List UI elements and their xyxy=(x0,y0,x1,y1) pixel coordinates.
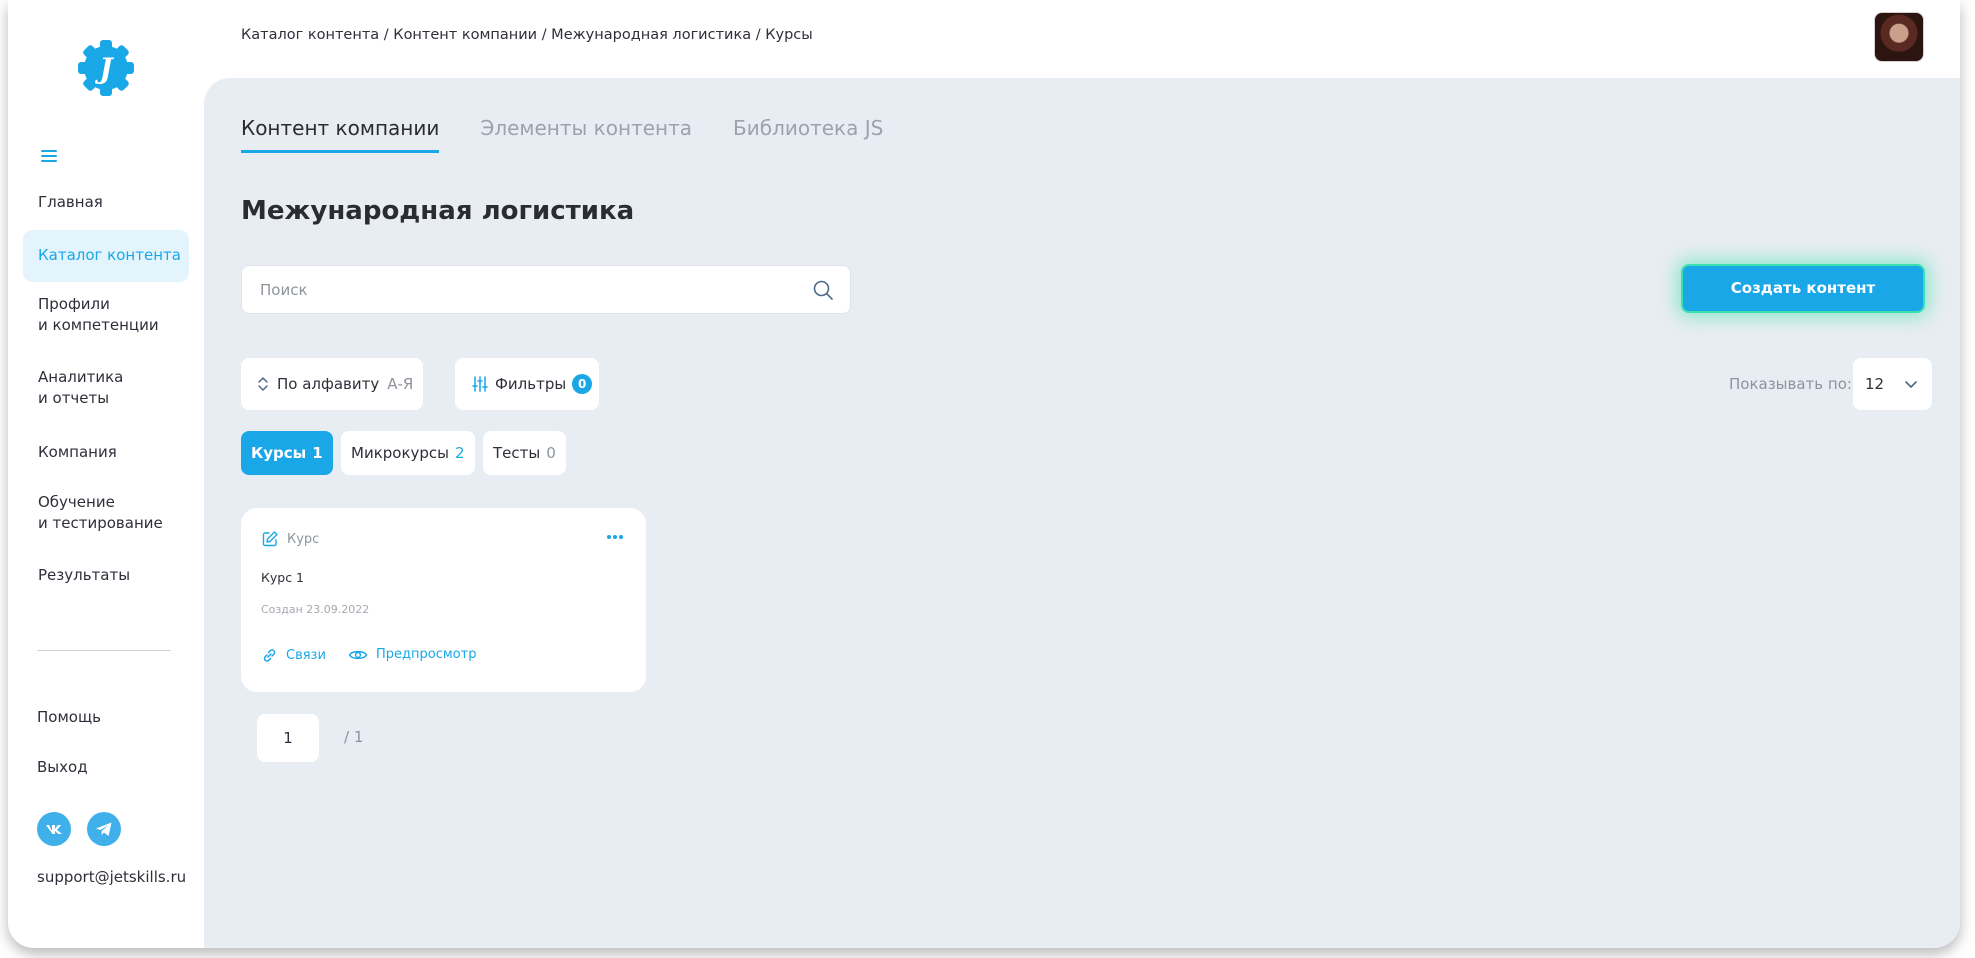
sidebar-item-learning[interactable]: Обучение и тестирование xyxy=(23,492,189,534)
filters-count-badge: 0 xyxy=(572,374,593,394)
sidebar-item-home[interactable]: Главная xyxy=(23,192,189,213)
support-email[interactable]: support@jetskills.ru xyxy=(37,868,186,886)
menu-toggle-icon[interactable] xyxy=(41,150,57,162)
page-size-select[interactable]: 12 xyxy=(1853,358,1932,410)
chevron-down-icon xyxy=(1905,381,1917,388)
eye-icon xyxy=(348,650,368,659)
tab-company-content[interactable]: Контент компании xyxy=(241,116,440,153)
chip-tests[interactable]: Тесты 0 xyxy=(483,431,566,475)
sidebar-item-catalog[interactable]: Каталог контента xyxy=(23,230,189,282)
chip-courses[interactable]: Курсы 1 xyxy=(241,431,333,475)
sort-label: По алфавиту xyxy=(277,375,380,393)
sidebar-item-analytics[interactable]: Аналитика и отчеты xyxy=(23,367,189,409)
help-link[interactable]: Помощь xyxy=(37,708,101,726)
filter-sliders-icon xyxy=(472,376,488,392)
telegram-icon[interactable] xyxy=(87,812,121,846)
search-icon[interactable] xyxy=(812,279,834,301)
page-size-value: 12 xyxy=(1865,375,1885,393)
card-preview-button[interactable]: Предпросмотр xyxy=(348,647,476,662)
sidebar-item-results[interactable]: Результаты xyxy=(23,565,189,586)
sidebar-divider xyxy=(37,650,171,651)
search-input[interactable] xyxy=(260,266,800,313)
page-size-label: Показывать по: xyxy=(1729,375,1852,393)
tab-js-library[interactable]: Библиотека JS xyxy=(733,116,883,153)
breadcrumb[interactable]: Каталог контента / Контент компании / Ме… xyxy=(241,27,813,43)
search-box xyxy=(241,265,851,314)
page-title: Межунарoдная логистика xyxy=(241,196,635,226)
sort-button[interactable]: По алфавиту А-Я xyxy=(241,358,423,410)
logo-icon[interactable]: J xyxy=(72,34,140,102)
tab-content-elements[interactable]: Элементы контента xyxy=(480,116,692,153)
logout-link[interactable]: Выход xyxy=(37,758,88,776)
link-icon xyxy=(263,649,276,662)
edit-icon xyxy=(262,531,278,547)
filters-button[interactable]: Фильтры 0 xyxy=(455,358,599,410)
vk-glyph-icon xyxy=(46,825,62,834)
page-total: / 1 xyxy=(344,728,364,746)
card-title[interactable]: Курс 1 xyxy=(261,570,304,585)
sidebar: J Главная Каталог контента Профили и ком… xyxy=(8,0,204,948)
sidebar-item-company[interactable]: Компания xyxy=(23,442,189,463)
telegram-glyph-icon xyxy=(96,822,112,836)
sort-arrows-icon xyxy=(258,377,268,391)
content-card[interactable]: Курс Курс 1 Создан 23.09.2022 Связи Пред… xyxy=(241,508,646,692)
sidebar-item-profiles[interactable]: Профили и компетенции xyxy=(23,294,189,336)
content-tabs: Контент компании Элементы контента Библи… xyxy=(241,116,883,153)
card-links-button[interactable]: Связи xyxy=(261,647,326,664)
sort-order: А-Я xyxy=(387,375,414,393)
app-window: J Главная Каталог контента Профили и ком… xyxy=(8,0,1960,948)
vk-icon[interactable] xyxy=(37,812,71,846)
page-number-input[interactable]: 1 xyxy=(257,714,319,762)
card-type: Курс xyxy=(261,530,319,548)
chip-microcourses[interactable]: Микрокурсы 2 xyxy=(341,431,475,475)
card-created-date: Создан 23.09.2022 xyxy=(261,603,370,616)
filters-label: Фильтры xyxy=(495,375,567,393)
create-content-button[interactable]: Создать контент xyxy=(1681,264,1925,313)
main-panel: Контент компании Элементы контента Библи… xyxy=(204,78,1960,948)
avatar[interactable] xyxy=(1874,12,1924,62)
more-options-icon[interactable] xyxy=(606,534,624,540)
